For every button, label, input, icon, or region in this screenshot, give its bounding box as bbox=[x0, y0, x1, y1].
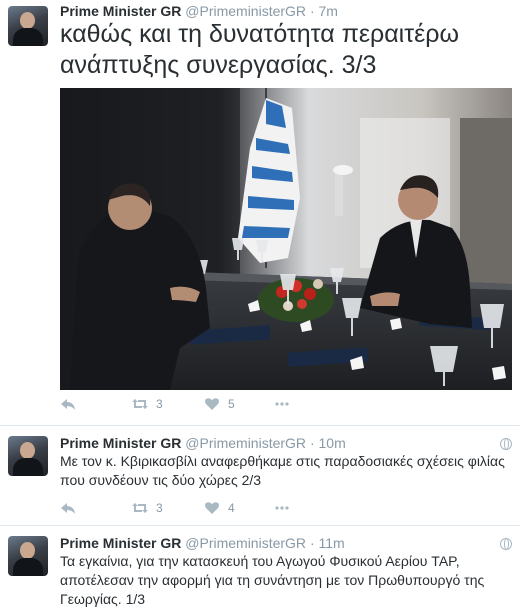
reply-icon bbox=[61, 399, 75, 410]
tweet-text-line: ανάπτυξης συνεργασίας. 3/3 bbox=[60, 51, 377, 79]
tweet-text-line: που συνδέουν τις δύο χώρες 2/3 bbox=[60, 472, 262, 488]
tweet: Prime Minister GR @PrimeministerGR · 7m … bbox=[0, 0, 520, 426]
retweet-count: 3 bbox=[156, 501, 163, 515]
tweet: Prime Minister GR @PrimeministerGR · 10m… bbox=[0, 426, 520, 526]
reply-button[interactable] bbox=[60, 498, 76, 518]
tweet-time[interactable]: 10m bbox=[319, 435, 346, 451]
reply-button[interactable] bbox=[60, 394, 76, 414]
globe-icon bbox=[500, 538, 512, 550]
tweet-text-line: αποτέλεσαν την αφορμή για τη συνάντηση μ… bbox=[60, 572, 485, 588]
tweet-time[interactable]: 11m bbox=[319, 535, 345, 551]
heart-icon bbox=[205, 502, 219, 514]
tweet-text-line: Με τον κ. Κβιρικασβίλι αναφερθήκαμε στις… bbox=[60, 453, 505, 469]
reply-icon bbox=[61, 503, 75, 514]
avatar[interactable] bbox=[8, 536, 48, 576]
more-button[interactable] bbox=[274, 394, 290, 414]
tweet-text-line: Τα εγκαίνια, για την κατασκευή του Αγωγο… bbox=[60, 553, 460, 569]
tweet-header: Prime Minister GR @PrimeministerGR · 11m bbox=[60, 535, 345, 551]
retweet-button[interactable]: 3 bbox=[132, 498, 163, 518]
meeting-photo-image bbox=[60, 88, 512, 390]
tweet-text-line: Γεωργίας. 1/3 bbox=[60, 591, 146, 607]
tweet-header: Prime Minister GR @PrimeministerGR · 10m bbox=[60, 435, 346, 451]
tweet-actions: 3 4 bbox=[60, 498, 360, 518]
more-dots-icon bbox=[275, 402, 289, 406]
tweet-text: καθώς και τη δυνατότητα περαιτέρω ανάπτυ… bbox=[60, 19, 510, 81]
tweet-header: Prime Minister GR @PrimeministerGR · 7m bbox=[60, 3, 338, 19]
retweet-icon bbox=[132, 399, 148, 409]
globe-icon bbox=[500, 438, 512, 450]
author-handle[interactable]: @PrimeministerGR bbox=[185, 535, 306, 551]
like-button[interactable]: 5 bbox=[204, 394, 235, 414]
author-name[interactable]: Prime Minister GR bbox=[60, 535, 181, 551]
heart-icon bbox=[205, 398, 219, 410]
more-button[interactable] bbox=[274, 498, 290, 518]
avatar[interactable] bbox=[8, 436, 48, 476]
like-button[interactable]: 4 bbox=[204, 498, 235, 518]
tweet-photo[interactable] bbox=[60, 88, 512, 390]
tweet-text: Τα εγκαίνια, για την κατασκευή του Αγωγο… bbox=[60, 552, 512, 609]
retweet-icon bbox=[132, 503, 148, 513]
retweet-count: 3 bbox=[156, 397, 163, 411]
like-count: 5 bbox=[228, 397, 235, 411]
author-handle[interactable]: @PrimeministerGR bbox=[185, 435, 306, 451]
author-name[interactable]: Prime Minister GR bbox=[60, 435, 181, 451]
tweet-text: Με τον κ. Κβιρικασβίλι αναφερθήκαμε στις… bbox=[60, 452, 512, 490]
retweet-button[interactable]: 3 bbox=[132, 394, 163, 414]
author-handle[interactable]: @PrimeministerGR bbox=[185, 3, 306, 19]
like-count: 4 bbox=[228, 501, 235, 515]
separator-dot: · bbox=[309, 435, 315, 451]
separator-dot: · bbox=[309, 535, 315, 551]
tweet-actions: 3 5 bbox=[60, 394, 360, 414]
separator-dot: · bbox=[309, 3, 315, 19]
avatar[interactable] bbox=[8, 6, 48, 46]
more-dots-icon bbox=[275, 506, 289, 510]
tweet-time[interactable]: 7m bbox=[319, 3, 338, 19]
tweet: Prime Minister GR @PrimeministerGR · 11m… bbox=[0, 526, 520, 612]
tweet-text-line: καθώς και τη δυνατότητα περαιτέρω bbox=[60, 20, 459, 48]
author-name[interactable]: Prime Minister GR bbox=[60, 3, 181, 19]
